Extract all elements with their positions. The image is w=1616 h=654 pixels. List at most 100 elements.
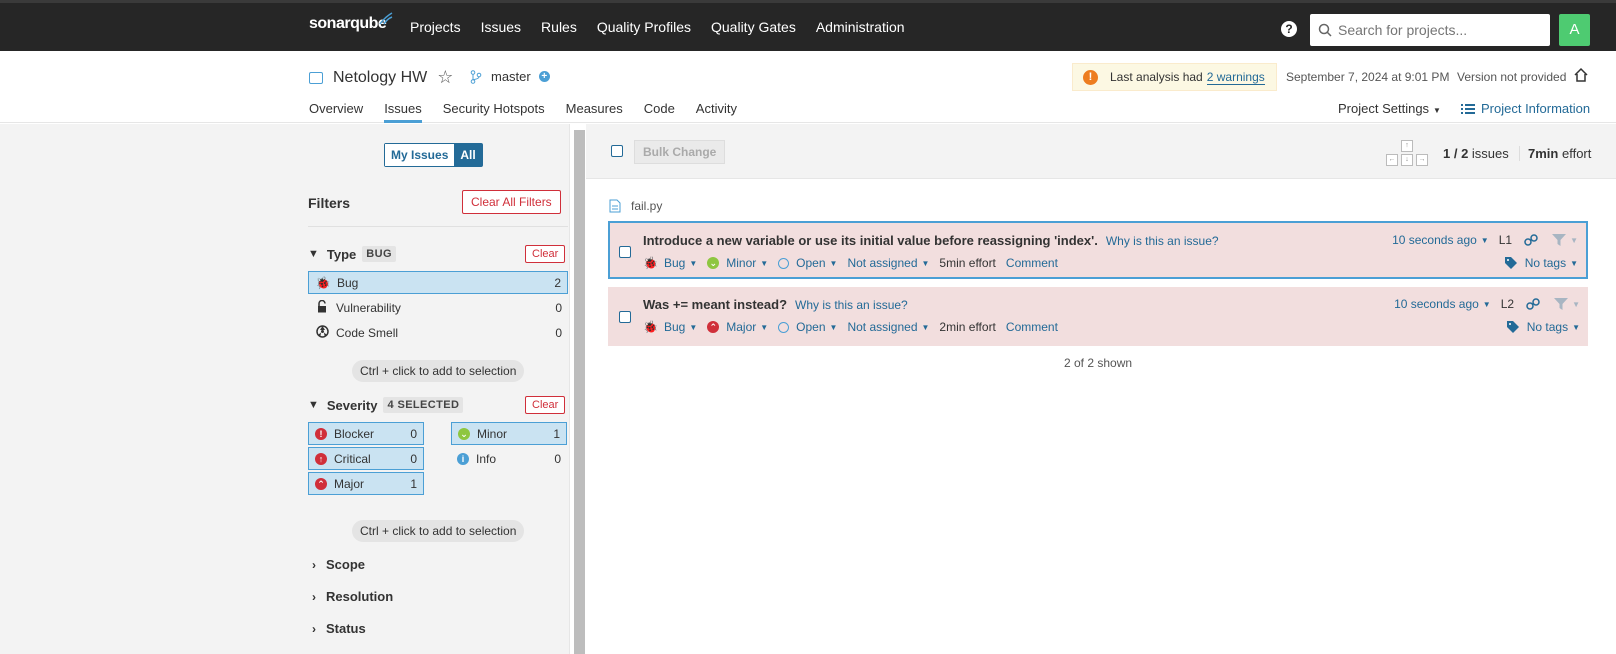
issue-tags-dropdown[interactable]: No tags ▼ <box>1506 320 1580 334</box>
facet-label: Blocker <box>334 426 375 441</box>
info-icon: i <box>457 452 469 465</box>
search-box[interactable] <box>1310 14 1550 46</box>
nav-rules[interactable]: Rules <box>541 19 577 35</box>
issue-comment-button[interactable]: Comment <box>1006 256 1058 270</box>
permalink-icon[interactable] <box>1526 298 1540 310</box>
file-name[interactable]: fail.py <box>631 199 662 213</box>
project-name[interactable]: Netology HW <box>333 69 427 87</box>
list-icon <box>1461 103 1475 114</box>
why-is-this-an-issue-link[interactable]: Why is this an issue? <box>795 298 908 312</box>
status-facet-header[interactable]: › Status <box>312 621 366 636</box>
severity-minor-facet[interactable]: ⌄ Minor 1 <box>451 422 567 445</box>
issue-status-dropdown[interactable]: Open ▼ <box>778 320 837 334</box>
type-vulnerability-facet[interactable]: Vulnerability 0 <box>308 296 568 319</box>
sidebar-scrollbar[interactable] <box>574 130 585 654</box>
nav-quality-gates[interactable]: Quality Gates <box>711 19 796 35</box>
type-code-smell-facet[interactable]: Code Smell 0 <box>308 321 568 344</box>
issue-severity-dropdown[interactable]: ⌃ Major ▼ <box>707 320 768 334</box>
type-facet-header[interactable]: ▼ Type BUG <box>308 246 396 262</box>
home-icon[interactable] <box>1573 67 1589 83</box>
search-input[interactable] <box>1338 22 1538 38</box>
issue-status-dropdown[interactable]: Open ▼ <box>778 256 837 270</box>
scope-facet-header[interactable]: › Scope <box>312 557 365 572</box>
permalink-icon[interactable] <box>1524 234 1538 246</box>
tab-activity[interactable]: Activity <box>696 101 737 123</box>
issue-age-link[interactable]: 10 seconds ago <box>1394 297 1479 311</box>
clear-type-button[interactable]: Clear <box>525 245 566 263</box>
filters-title: Filters <box>308 195 351 211</box>
severity-major-facet[interactable]: ⌃ Major 1 <box>308 472 424 495</box>
caret-down-icon: ▼ <box>760 322 769 332</box>
branch-plus-icon[interactable]: + <box>538 71 550 82</box>
issue-assignee-label: Not assigned <box>847 320 918 334</box>
type-bug-facet[interactable]: 🐞 Bug 2 <box>308 271 568 294</box>
project-settings-menu[interactable]: Project Settings ▼ <box>1338 101 1441 116</box>
issue-message[interactable]: Introduce a new variable or use its init… <box>643 233 1098 248</box>
chevron-down-icon: ▼ <box>308 399 319 411</box>
issue-comment-button[interactable]: Comment <box>1006 320 1058 334</box>
filter-icon[interactable] <box>1554 298 1569 310</box>
code-smell-icon <box>314 324 330 341</box>
issue-card[interactable]: Was += meant instead? Why is this an issu… <box>608 287 1588 346</box>
clear-all-filters-button[interactable]: Clear All Filters <box>462 190 561 214</box>
sonarqube-logo[interactable]: sonarqube <box>309 12 393 33</box>
logo-text: sonarqube <box>309 15 387 32</box>
why-is-this-an-issue-link[interactable]: Why is this an issue? <box>1106 234 1219 248</box>
issue-message[interactable]: Was += meant instead? <box>643 297 787 312</box>
select-all-checkbox[interactable] <box>611 145 623 157</box>
issue-assignee-dropdown[interactable]: Not assigned ▼ <box>847 320 929 334</box>
issue-severity-dropdown[interactable]: ⌄ Minor ▼ <box>707 256 768 270</box>
warnings-link[interactable]: 2 warnings <box>1206 70 1265 85</box>
facet-label: Vulnerability <box>336 300 401 315</box>
minor-icon: ⌄ <box>707 257 720 269</box>
nav-administration[interactable]: Administration <box>816 19 905 35</box>
issue-checkbox[interactable] <box>619 246 631 258</box>
filter-icon[interactable] <box>1552 234 1567 246</box>
major-icon: ⌃ <box>707 321 720 333</box>
tab-security-hotspots[interactable]: Security Hotspots <box>443 101 545 123</box>
nav-issues[interactable]: Issues <box>481 19 521 35</box>
facet-label: Minor <box>477 426 508 441</box>
tag-icon <box>1506 321 1519 333</box>
issue-count-value: 1 / 2 <box>1443 146 1469 161</box>
issue-status-label: Open <box>796 320 826 334</box>
tab-code[interactable]: Code <box>644 101 675 123</box>
severity-info-facet[interactable]: i Info 0 <box>451 447 567 470</box>
project-information-label: Project Information <box>1481 101 1591 116</box>
all-issues-button[interactable]: All <box>454 144 482 166</box>
project-information-link[interactable]: Project Information <box>1461 101 1590 116</box>
tab-issues[interactable]: Issues <box>384 101 422 123</box>
issue-tags-dropdown[interactable]: No tags ▼ <box>1504 256 1578 270</box>
file-icon <box>609 199 621 213</box>
selection-hint: Ctrl + click to add to selection <box>352 360 525 382</box>
caret-down-icon: ▼ <box>1433 106 1441 115</box>
user-avatar[interactable]: A <box>1559 14 1590 46</box>
my-issues-button[interactable]: My Issues <box>385 144 455 166</box>
resolution-facet-header[interactable]: › Resolution <box>312 589 393 604</box>
issue-assignee-dropdown[interactable]: Not assigned ▼ <box>847 256 929 270</box>
bulk-change-button[interactable]: Bulk Change <box>634 140 726 164</box>
favorite-star-icon[interactable]: ☆ <box>437 67 453 88</box>
issue-type-dropdown[interactable]: 🐞 Bug ▼ <box>643 256 697 270</box>
issue-card[interactable]: Introduce a new variable or use its init… <box>608 221 1588 279</box>
branch-selector[interactable]: master + <box>470 69 550 84</box>
facet-count: 0 <box>555 325 562 340</box>
severity-facet-badge: 4 SELECTED <box>383 397 464 413</box>
nav-quality-profiles[interactable]: Quality Profiles <box>597 19 691 35</box>
severity-facet-header[interactable]: ▼ Severity 4 SELECTED <box>308 397 464 413</box>
severity-critical-facet[interactable]: ↑ Critical 0 <box>308 447 424 470</box>
issue-type-dropdown[interactable]: 🐞 Bug ▼ <box>643 320 697 334</box>
issue-line: L1 <box>1498 233 1513 247</box>
caret-down-icon: ▼ <box>829 258 838 268</box>
shown-count: 2 of 2 shown <box>1064 356 1133 370</box>
clear-severity-button[interactable]: Clear <box>525 396 566 414</box>
nav-projects[interactable]: Projects <box>410 19 461 35</box>
project-header: Netology HW ☆ master + ! Last analysis h… <box>0 51 1616 123</box>
tab-measures[interactable]: Measures <box>566 101 623 123</box>
issue-age-link[interactable]: 10 seconds ago <box>1392 233 1477 247</box>
issue-checkbox[interactable] <box>619 311 631 323</box>
tab-overview[interactable]: Overview <box>309 101 363 123</box>
arrow-left-key-icon: ← <box>1386 154 1398 166</box>
severity-blocker-facet[interactable]: ! Blocker 0 <box>308 422 424 445</box>
help-icon[interactable]: ? <box>1281 21 1297 37</box>
